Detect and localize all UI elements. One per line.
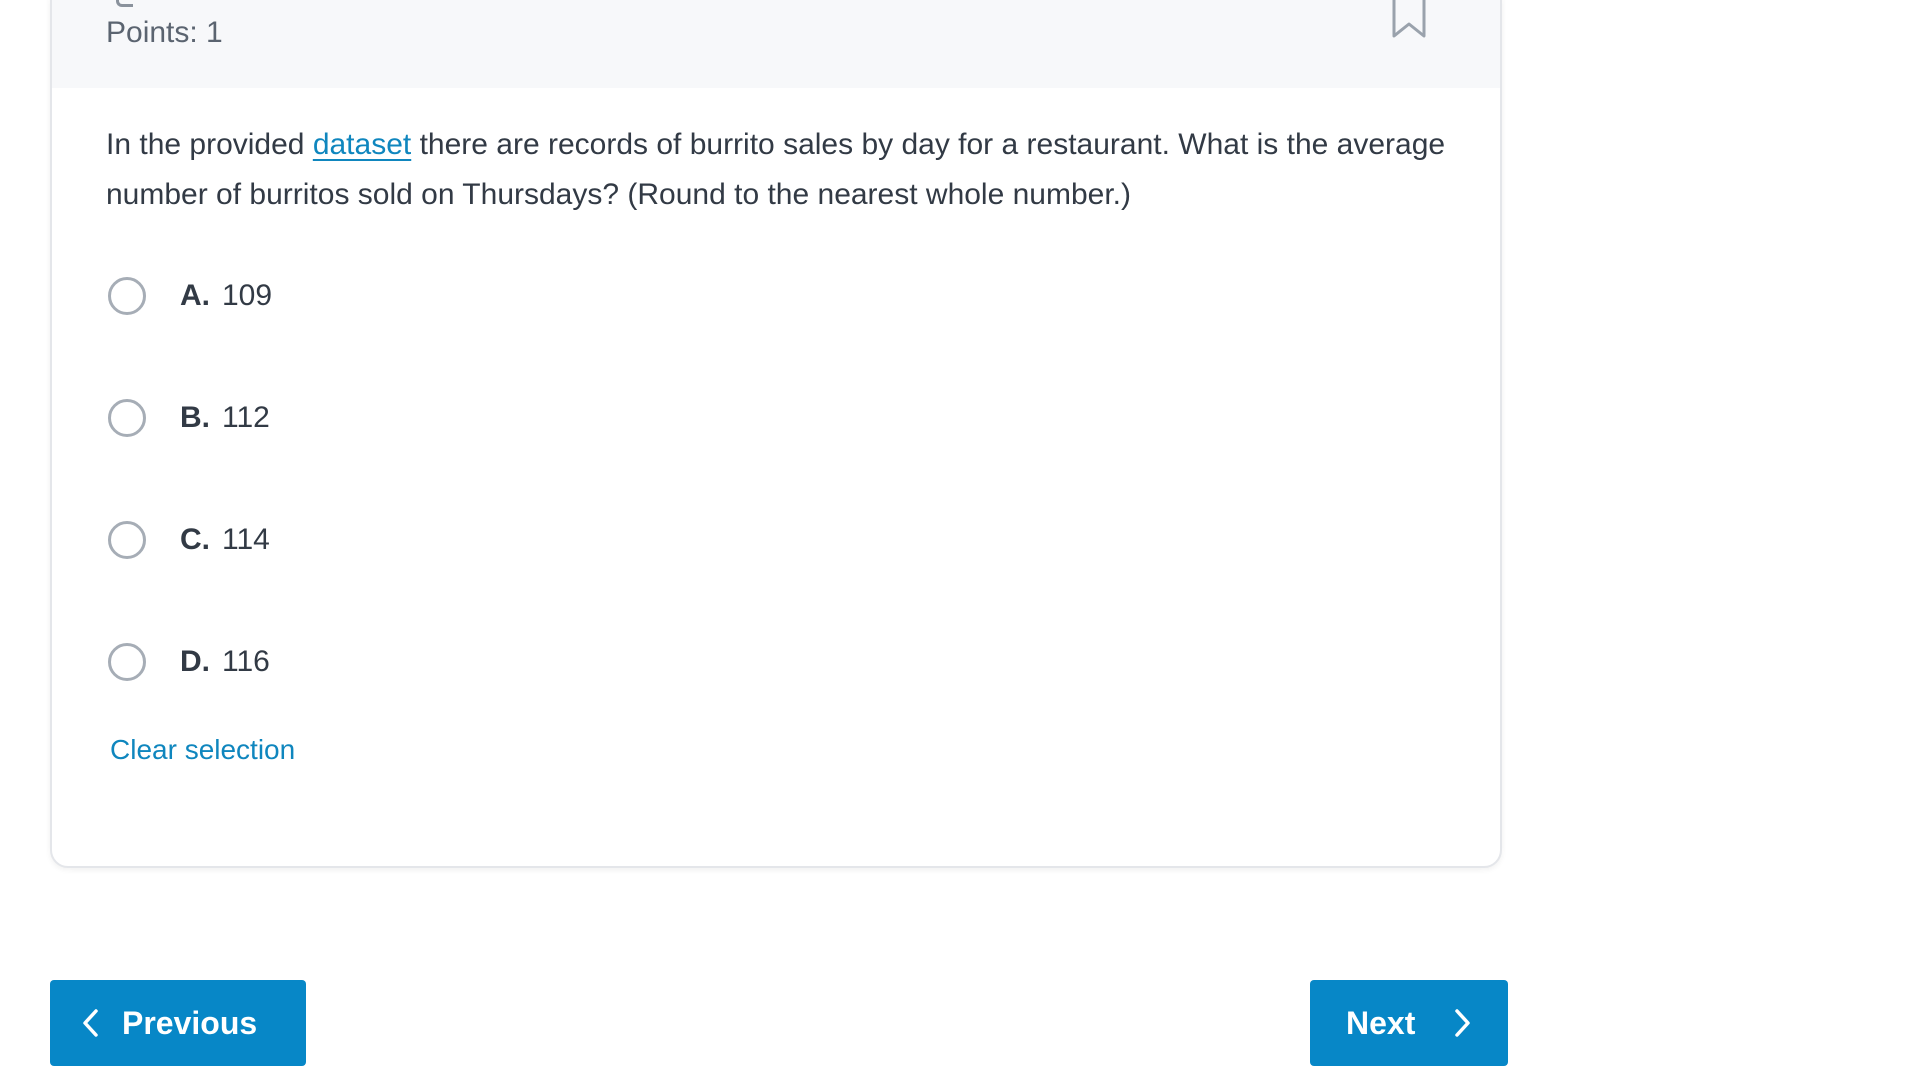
question-card: Points: 1 In the provided dataset there … <box>50 0 1502 868</box>
option-letter: C. <box>180 523 210 556</box>
option-value: 109 <box>222 279 273 312</box>
chevron-left-icon <box>82 1008 100 1038</box>
radio-button[interactable] <box>108 521 146 559</box>
option-c[interactable]: C. 114 <box>108 516 270 564</box>
option-value: 112 <box>222 401 270 434</box>
question-header: Points: 1 <box>52 0 1500 88</box>
next-button[interactable]: Next <box>1310 980 1508 1066</box>
bookmark-icon[interactable] <box>1388 0 1430 40</box>
option-b[interactable]: B. 112 <box>108 394 270 442</box>
option-letter: B. <box>180 401 210 434</box>
option-value: 114 <box>222 523 270 556</box>
partial-heading-glyph <box>116 0 133 7</box>
points-label: Points: 1 <box>106 16 223 49</box>
option-label: C. 114 <box>180 523 270 557</box>
option-label: D. 116 <box>180 645 270 679</box>
previous-button[interactable]: Previous <box>50 980 306 1066</box>
option-letter: A. <box>180 279 210 312</box>
question-text-start: In the provided <box>106 128 313 161</box>
question-text: In the provided dataset there are record… <box>106 120 1446 220</box>
next-label: Next <box>1346 1004 1416 1041</box>
clear-selection-link[interactable]: Clear selection <box>110 734 295 766</box>
option-a[interactable]: A. 109 <box>108 272 272 320</box>
radio-button[interactable] <box>108 277 146 315</box>
option-value: 116 <box>222 645 270 678</box>
radio-button[interactable] <box>108 643 146 681</box>
option-letter: D. <box>180 645 210 678</box>
dataset-link[interactable]: dataset <box>313 128 411 161</box>
radio-button[interactable] <box>108 399 146 437</box>
option-label: B. 112 <box>180 401 270 435</box>
option-d[interactable]: D. 116 <box>108 638 270 686</box>
previous-label: Previous <box>122 1004 258 1041</box>
option-label: A. 109 <box>180 279 272 313</box>
chevron-right-icon <box>1453 1008 1471 1038</box>
